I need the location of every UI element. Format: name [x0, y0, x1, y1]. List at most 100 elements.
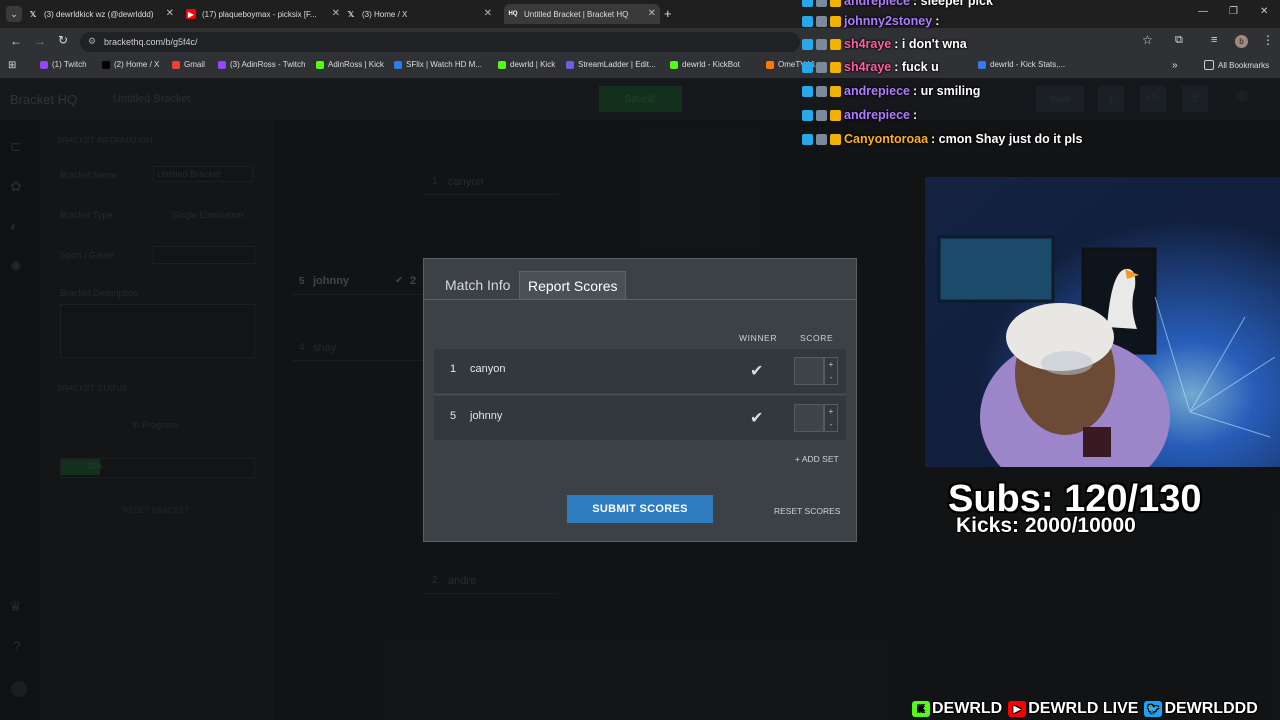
winner-check-icon[interactable]: ✔ — [750, 361, 763, 381]
score-input[interactable] — [794, 357, 824, 385]
twitter-bird-icon: 🐦 — [1144, 701, 1163, 717]
reset-scores-button[interactable]: RESET SCORES — [774, 506, 840, 516]
kick-logo-icon: K — [912, 701, 930, 717]
chat-message: andrepiece: — [802, 108, 917, 122]
site-info-icon[interactable]: ⚙ — [88, 36, 96, 47]
close-tab-icon[interactable]: ✕ — [332, 8, 340, 19]
chat-username[interactable]: andrepiece — [844, 84, 910, 98]
browser-tab[interactable]: 𝕏 (3) dewrldkick wz (@dewrlddd) ✕ — [28, 4, 178, 24]
bookmark-label: dewrld | Kick — [510, 60, 556, 69]
increment-icon[interactable]: + — [825, 405, 837, 418]
decrement-icon[interactable]: - — [825, 418, 837, 431]
add-set-button[interactable]: + ADD SET — [795, 454, 839, 464]
bookmark-item[interactable]: (1) Twitch — [40, 60, 87, 69]
bookmark-item[interactable]: (2) Home / X — [102, 60, 159, 69]
chat-username[interactable]: andrepiece — [844, 0, 910, 8]
bookmark-favicon-icon — [316, 60, 324, 69]
forward-icon[interactable]: → — [34, 34, 46, 48]
chat-username[interactable]: sh4raye — [844, 60, 891, 74]
reload-icon[interactable]: ↻ — [58, 33, 68, 47]
menu-kebab-icon[interactable]: ⋮ — [1262, 33, 1274, 47]
url-field[interactable]: ⚙ brackethq.com/b/g5f4c/ — [80, 32, 800, 52]
bookmark-label: (3) AdinRoss - Twitch — [230, 60, 306, 69]
bookmark-item[interactable]: Gmail — [172, 60, 205, 69]
subscriber-badge-icon — [802, 85, 813, 97]
profile-avatar[interactable]: b — [1235, 35, 1248, 48]
bookmark-item[interactable]: dewrld - KickBot — [670, 60, 740, 69]
subscriber-badge-icon — [802, 38, 813, 50]
winner-check-icon[interactable]: ✔ — [750, 408, 763, 428]
chat-text: : — [935, 14, 940, 28]
close-tab-icon[interactable]: ✕ — [166, 8, 174, 19]
crown-badge-icon — [830, 38, 841, 50]
bookmark-item[interactable]: AdinRoss | Kick — [316, 60, 384, 69]
close-tab-icon[interactable]: ✕ — [648, 8, 656, 19]
socials-banner: K DEWRLD ▶ DEWRLD LIVE 🐦 DEWRLDDD — [912, 698, 1258, 720]
chat-username[interactable]: andrepiece — [844, 108, 910, 122]
crown-badge-icon — [830, 85, 841, 97]
bookmark-favicon-icon — [766, 60, 774, 69]
bookmark-item[interactable]: (3) AdinRoss - Twitch — [218, 60, 305, 69]
bookmark-favicon-icon — [394, 60, 402, 69]
score-input[interactable] — [794, 404, 824, 432]
subscriber-badge-icon — [802, 133, 813, 145]
new-tab-icon[interactable]: + — [664, 6, 672, 21]
chat-username[interactable]: johnny2stoney — [844, 14, 932, 28]
all-bookmarks-label: All Bookmarks — [1218, 60, 1270, 70]
extensions-icon[interactable]: ⧉ — [1175, 34, 1183, 47]
bookmark-item[interactable]: dewrld | Kick — [498, 60, 555, 69]
media-icon[interactable]: ≡ — [1211, 34, 1217, 46]
bookmark-item[interactable]: dewrld - Kick Stats,... — [978, 60, 1065, 69]
more-bookmarks-icon[interactable]: » — [1172, 60, 1178, 71]
crown-badge-icon — [830, 15, 841, 27]
crown-badge-icon — [830, 109, 841, 121]
tab-report-scores[interactable]: Report Scores — [519, 271, 627, 300]
browser-tab[interactable]: 𝕏 (3) Home / X ✕ — [346, 4, 496, 24]
tab-divider — [424, 299, 856, 300]
close-tab-icon[interactable]: ✕ — [484, 8, 492, 19]
browser-tab[interactable]: ▶ (17) plaqueboymax - picksix [F... ✕ — [186, 4, 344, 24]
bookmark-item[interactable]: StreamLadder | Edit... — [566, 60, 656, 69]
window-close-icon[interactable]: ✕ — [1260, 6, 1268, 17]
score-stepper[interactable]: + - — [824, 357, 838, 385]
decrement-icon[interactable]: - — [825, 371, 837, 384]
gift-badge-icon — [816, 61, 827, 73]
row-seed: 5 — [450, 410, 457, 422]
subscriber-badge-icon — [802, 109, 813, 121]
increment-icon[interactable]: + — [825, 358, 837, 371]
gift-badge-icon — [816, 38, 827, 50]
bookmark-star-icon[interactable]: ☆ — [1142, 33, 1153, 47]
row-name: canyon — [470, 363, 506, 375]
subscriber-badge-icon — [802, 61, 813, 73]
report-scores-modal: Match Info Report Scores WINNER SCORE 1 … — [423, 258, 857, 542]
submit-scores-button[interactable]: SUBMIT SCORES — [567, 495, 713, 523]
bookmark-item[interactable]: SFlix | Watch HD M... — [394, 60, 482, 69]
back-icon[interactable]: ← — [10, 34, 22, 48]
youtube-icon: ▶ — [186, 9, 196, 19]
chat-username[interactable]: sh4raye — [844, 37, 891, 51]
subscriber-badge-icon — [802, 0, 813, 7]
tab-match-info[interactable]: Match Info — [437, 271, 518, 299]
score-header: SCORE — [800, 333, 834, 343]
tab-search-icon[interactable]: ⌄ — [6, 6, 22, 22]
row-seed: 1 — [450, 363, 457, 375]
gift-badge-icon — [816, 15, 827, 27]
score-row: 1 canyon ✔ + - — [434, 349, 846, 393]
subscriber-badge-icon — [802, 15, 813, 27]
all-bookmarks[interactable]: All Bookmarks — [1204, 60, 1269, 70]
youtube-icon: ▶ — [1008, 701, 1027, 717]
chat-username[interactable]: Canyontoroaa — [844, 132, 928, 146]
url-text: brackethq.com/b/g5f4c/ — [104, 37, 198, 47]
browser-tab-active[interactable]: HQ Untitled Bracket | Bracket HQ ✕ — [504, 4, 660, 24]
restore-icon[interactable]: ❐ — [1229, 6, 1238, 17]
score-stepper[interactable]: + - — [824, 404, 838, 432]
gift-badge-icon — [816, 0, 827, 7]
crown-badge-icon — [830, 0, 841, 7]
chat-message: andrepiece: sleeper pick — [802, 0, 993, 8]
bookmark-label: StreamLadder | Edit... — [578, 60, 656, 69]
score-row: 5 johnny ✔ + - — [434, 396, 846, 440]
apps-grid-icon[interactable]: ⊞ — [8, 60, 16, 71]
minimize-icon[interactable]: — — [1198, 6, 1208, 17]
brackethq-icon: HQ — [508, 11, 518, 17]
chat-text: : fuck u — [894, 60, 939, 74]
